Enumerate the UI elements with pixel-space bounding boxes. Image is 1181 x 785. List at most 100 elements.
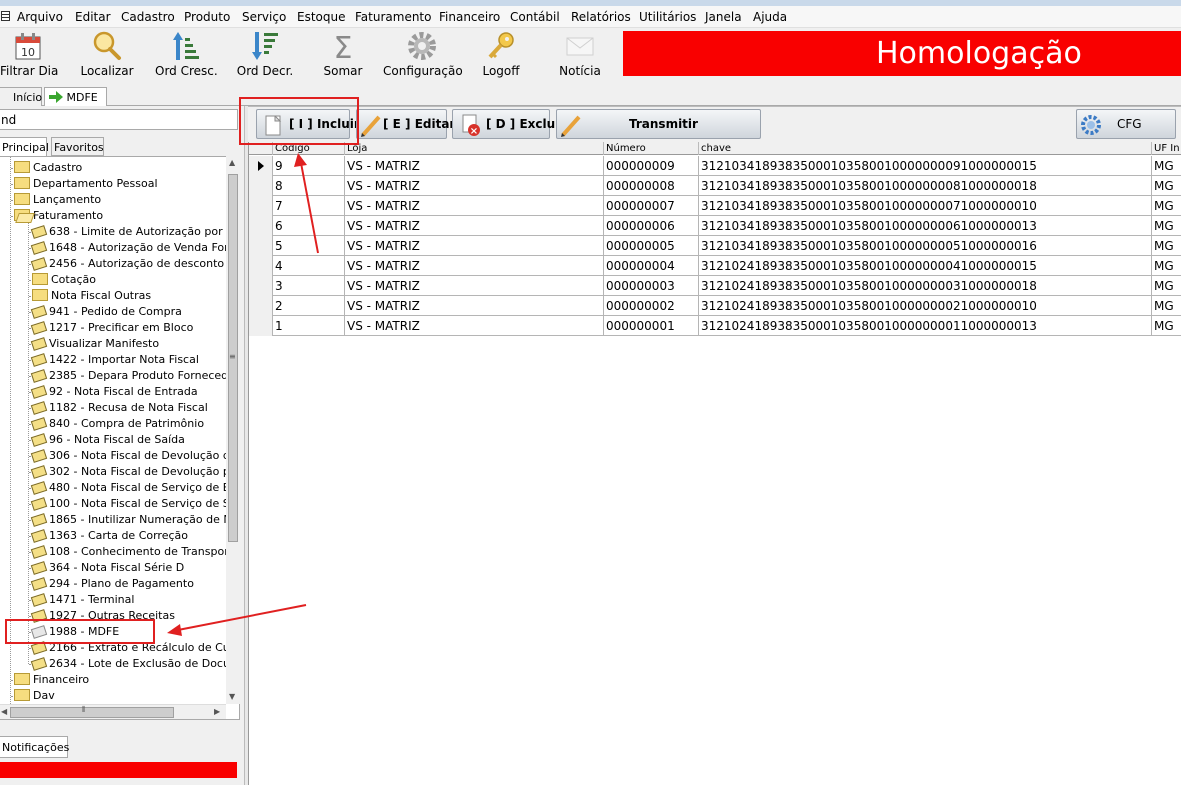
- cell-loja[interactable]: VS - MATRIZ: [345, 296, 604, 316]
- cell-numero[interactable]: 000000007: [604, 196, 699, 216]
- menu-faturamento[interactable]: Faturamento: [355, 10, 431, 24]
- cfg-button[interactable]: CFG: [1076, 109, 1176, 139]
- row-selector[interactable]: [249, 216, 273, 236]
- tree-item[interactable]: 2634 - Lote de Exclusão de Docume: [30, 656, 239, 672]
- menu-relatorios[interactable]: Relatórios: [571, 10, 631, 24]
- tree-item[interactable]: 1865 - Inutilizar Numeração de NF-e: [30, 512, 239, 528]
- cell-loja[interactable]: VS - MATRIZ: [345, 316, 604, 336]
- filtrar-dia-button[interactable]: 10 Filtrar Dia: [0, 28, 58, 84]
- tree-item[interactable]: 638 - Limite de Autorização por Func: [30, 224, 239, 240]
- row-selector[interactable]: [249, 196, 273, 216]
- table-row[interactable]: 3 VS - MATRIZ 000000003 3121024189383500010…: [249, 276, 1181, 296]
- cell-numero[interactable]: 000000001: [604, 316, 699, 336]
- tab-inicio[interactable]: Início: [0, 87, 42, 106]
- tree-item[interactable]: 2166 - Extrato e Recálculo de Custo: [30, 640, 239, 656]
- tab-principal[interactable]: Principal: [0, 137, 49, 157]
- cell-numero[interactable]: 000000009: [604, 156, 699, 176]
- row-selector[interactable]: [249, 176, 273, 196]
- menu-janela[interactable]: Janela: [705, 10, 742, 24]
- noticia-button[interactable]: Notícia: [556, 28, 604, 84]
- cell-chave[interactable]: 3121024189383500010358001000000002100000…: [699, 296, 1152, 316]
- cell-uf[interactable]: MG: [1152, 196, 1181, 216]
- cell-chave[interactable]: 3121024189383500010358001000000003100000…: [699, 276, 1152, 296]
- cell-loja[interactable]: VS - MATRIZ: [345, 196, 604, 216]
- column-loja[interactable]: Loja: [345, 142, 604, 155]
- cell-uf[interactable]: MG: [1152, 236, 1181, 256]
- ord-decr-button[interactable]: Ord Decr.: [236, 28, 294, 84]
- tab-notificacoes[interactable]: Notificações: [0, 736, 69, 758]
- tree-item[interactable]: Dav: [14, 688, 55, 704]
- tree-item[interactable]: Departamento Pessoal: [14, 176, 158, 192]
- tree-item[interactable]: 2456 - Autorização de desconto: [30, 256, 224, 272]
- cell-codigo[interactable]: 4: [273, 256, 345, 276]
- cell-numero[interactable]: 000000004: [604, 256, 699, 276]
- scroll-down-icon[interactable]: ▼: [229, 692, 235, 701]
- tree-item[interactable]: 1217 - Precificar em Bloco: [30, 320, 193, 336]
- tree-item[interactable]: 108 - Conhecimento de Transporte: [30, 544, 239, 560]
- cell-chave[interactable]: 3121034189383500010358001000000005100000…: [699, 236, 1152, 256]
- table-row[interactable]: 5 VS - MATRIZ 000000005 3121034189383500010…: [249, 236, 1181, 256]
- cell-codigo[interactable]: 9: [273, 156, 345, 176]
- cell-uf[interactable]: MG: [1152, 276, 1181, 296]
- cell-uf[interactable]: MG: [1152, 296, 1181, 316]
- tree-item[interactable]: Lançamento: [14, 192, 101, 208]
- tree-item[interactable]: Financeiro: [14, 672, 89, 688]
- cell-chave[interactable]: 3121034189383500010358001000000007100000…: [699, 196, 1152, 216]
- tree-horizontal-scroll-thumb[interactable]: [10, 707, 174, 718]
- tree-item[interactable]: Nota Fiscal Outras: [32, 288, 151, 304]
- cell-codigo[interactable]: 7: [273, 196, 345, 216]
- menu-estoque[interactable]: Estoque: [297, 10, 346, 24]
- table-row[interactable]: 6 VS - MATRIZ 000000006 3121034189383500010…: [249, 216, 1181, 236]
- tree-horizontal-scrollbar[interactable]: ◀ ⦀ ▶: [0, 704, 226, 719]
- tab-mdfe[interactable]: MDFE: [44, 87, 107, 107]
- row-selector[interactable]: [249, 276, 273, 296]
- scroll-right-icon[interactable]: ▶: [214, 707, 220, 716]
- tab-favoritos[interactable]: Favoritos: [51, 137, 104, 156]
- menu-search-input[interactable]: nd: [0, 109, 238, 130]
- cell-codigo[interactable]: 8: [273, 176, 345, 196]
- tree-item[interactable]: Cadastro: [14, 160, 82, 176]
- tree-item[interactable]: 480 - Nota Fiscal de Serviço de Entr: [30, 480, 239, 496]
- cell-chave[interactable]: 3121034189383500010358001000000008100000…: [699, 176, 1152, 196]
- localizar-button[interactable]: Localizar: [78, 28, 136, 84]
- scroll-left-icon[interactable]: ◀: [1, 707, 7, 716]
- tree-item[interactable]: Cotação: [32, 272, 96, 288]
- menu-ajuda[interactable]: Ajuda: [753, 10, 787, 24]
- scroll-up-icon[interactable]: ▲: [229, 158, 235, 167]
- cell-numero[interactable]: 000000008: [604, 176, 699, 196]
- tree-item[interactable]: 1927 - Outras Receitas: [30, 608, 175, 624]
- column-numero[interactable]: Número: [604, 142, 699, 155]
- row-selector[interactable]: [249, 296, 273, 316]
- system-menu-icon[interactable]: [1, 11, 10, 21]
- tree-item[interactable]: 1363 - Carta de Correção: [30, 528, 188, 544]
- cell-numero[interactable]: 000000002: [604, 296, 699, 316]
- cell-uf[interactable]: MG: [1152, 256, 1181, 276]
- tree-item[interactable]: 100 - Nota Fiscal de Serviço de Saíd: [30, 496, 239, 512]
- excluir-button[interactable]: × [ D ] Excluir: [452, 109, 565, 139]
- menu-financeiro[interactable]: Financeiro: [439, 10, 500, 24]
- somar-button[interactable]: Σ Somar: [318, 28, 368, 84]
- cell-loja[interactable]: VS - MATRIZ: [345, 156, 604, 176]
- column-uf[interactable]: UF In: [1152, 142, 1181, 155]
- menu-arquivo[interactable]: Arquivo: [17, 10, 63, 24]
- tree-vertical-scrollbar[interactable]: ▲ ≡ ▼: [226, 156, 240, 704]
- tree-item[interactable]: Faturamento: [14, 208, 103, 224]
- tree-item[interactable]: 1648 - Autorização de Venda Fora d: [30, 240, 239, 256]
- tree-item[interactable]: 2385 - Depara Produto Fornecedor I: [30, 368, 239, 384]
- cell-codigo[interactable]: 5: [273, 236, 345, 256]
- transmitir-button[interactable]: Transmitir: [556, 109, 761, 139]
- tree-item[interactable]: Visualizar Manifesto: [30, 336, 159, 352]
- cell-codigo[interactable]: 1: [273, 316, 345, 336]
- table-row[interactable]: 8 VS - MATRIZ 000000008 3121034189383500010…: [249, 176, 1181, 196]
- tree-item[interactable]: 1471 - Terminal: [30, 592, 134, 608]
- row-selector[interactable]: [249, 236, 273, 256]
- menu-editar[interactable]: Editar: [75, 10, 111, 24]
- cell-uf[interactable]: MG: [1152, 176, 1181, 196]
- ord-cresc-button[interactable]: Ord Cresc.: [155, 28, 218, 84]
- tree-item[interactable]: 1422 - Importar Nota Fiscal: [30, 352, 199, 368]
- tree-item[interactable]: 1182 - Recusa de Nota Fiscal: [30, 400, 208, 416]
- configuracao-button[interactable]: Configuração: [383, 28, 463, 84]
- cell-loja[interactable]: VS - MATRIZ: [345, 276, 604, 296]
- cell-loja[interactable]: VS - MATRIZ: [345, 176, 604, 196]
- tree-item[interactable]: 840 - Compra de Patrimônio: [30, 416, 204, 432]
